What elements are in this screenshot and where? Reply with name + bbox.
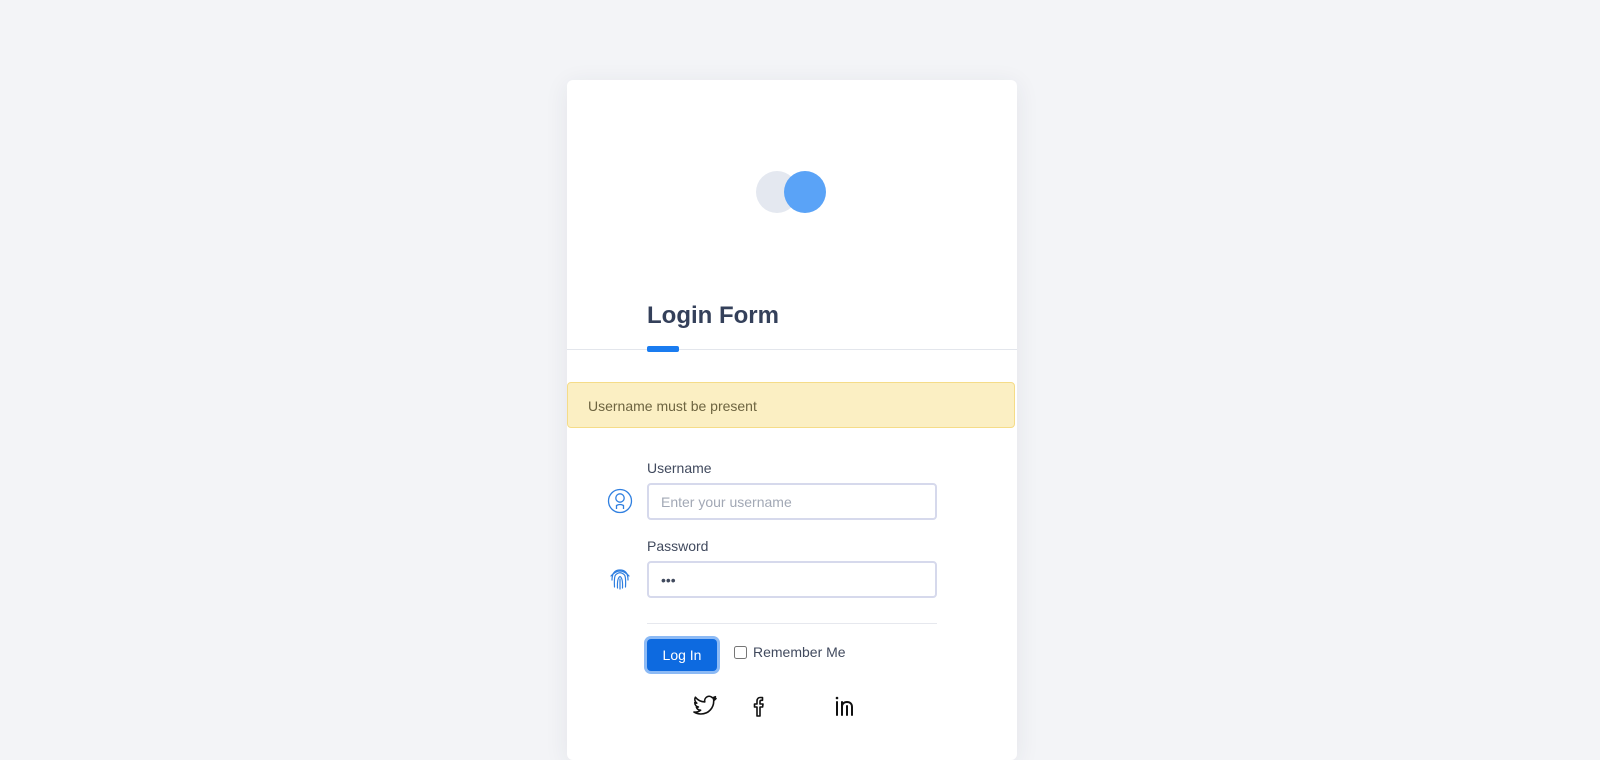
logo-circle-front bbox=[784, 171, 826, 213]
password-label: Password bbox=[647, 538, 709, 554]
alert-message: Username must be present bbox=[567, 382, 1015, 428]
user-icon bbox=[607, 488, 633, 514]
linkedin-icon[interactable] bbox=[831, 692, 859, 720]
remember-label: Remember Me bbox=[753, 644, 846, 660]
facebook-icon[interactable] bbox=[746, 692, 774, 720]
password-input[interactable] bbox=[647, 561, 937, 598]
remember-me[interactable]: Remember Me bbox=[734, 644, 846, 660]
fingerprint-icon bbox=[610, 569, 630, 590]
page-title: Login Form bbox=[647, 302, 779, 329]
logo bbox=[756, 171, 828, 213]
username-input[interactable] bbox=[647, 483, 937, 520]
login-button[interactable]: Log In bbox=[647, 639, 717, 671]
title-divider bbox=[567, 349, 1017, 350]
remember-checkbox[interactable] bbox=[734, 645, 747, 659]
login-card: Login Form Username must be present User… bbox=[567, 80, 1017, 760]
username-label: Username bbox=[647, 460, 712, 476]
form-separator bbox=[647, 623, 937, 624]
title-underline bbox=[647, 346, 679, 352]
twitter-icon[interactable] bbox=[691, 692, 719, 720]
